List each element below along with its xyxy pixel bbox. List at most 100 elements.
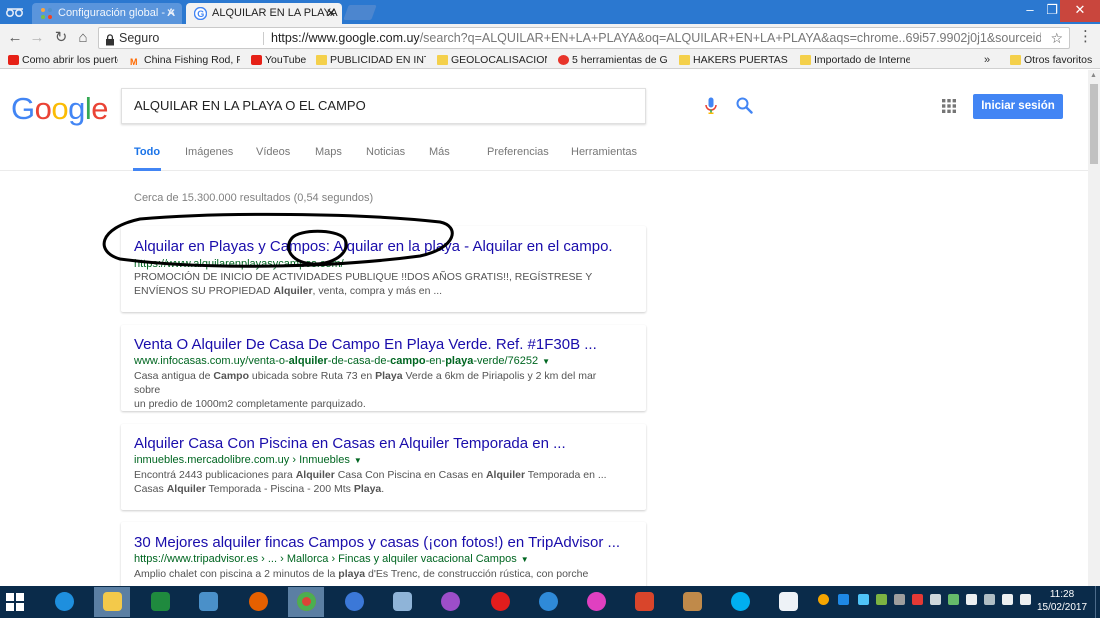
bookmark-item[interactable]: Como abrir los puerto: [6, 52, 118, 68]
bookmark-item[interactable]: PUBLICIDAD EN INTE: [314, 52, 426, 68]
search-input[interactable]: ALQUILAR EN LA PLAYA O EL CAMPO: [121, 88, 753, 124]
document-icon[interactable]: [770, 587, 806, 617]
snippet-line: PROMOCIÓN DE INICIO DE ACTIVIDADES PUBLI…: [134, 271, 593, 283]
folder-icon: [437, 55, 448, 65]
chrome-icon[interactable]: [288, 587, 324, 617]
bookmark-item[interactable]: 5 herramientas de Go: [556, 52, 668, 68]
windows-taskbar: 11:28 15/02/2017: [0, 586, 1100, 618]
tab-maps[interactable]: Maps: [315, 146, 342, 171]
keyboard-icon[interactable]: [1020, 594, 1031, 605]
tab-videos[interactable]: Vídeos: [256, 146, 290, 171]
tab-news[interactable]: Noticias: [366, 146, 405, 171]
tray-app-icon[interactable]: [948, 594, 959, 605]
tray-app-icon[interactable]: [894, 594, 905, 605]
tab-tools[interactable]: Herramientas: [571, 146, 637, 171]
tab-all[interactable]: Todo: [133, 146, 162, 171]
tray-app-icon[interactable]: [818, 594, 829, 605]
back-arrow-icon[interactable]: ←: [6, 29, 24, 47]
more-bookmarks-button[interactable]: »: [984, 52, 990, 68]
file-explorer-icon[interactable]: [94, 587, 130, 617]
firefox-icon[interactable]: [240, 587, 276, 617]
youtube-icon: [251, 55, 262, 65]
close-window-button[interactable]: ✕: [1060, 0, 1100, 22]
address-bar[interactable]: Seguro https://www.google.com.uy/search?…: [98, 27, 1070, 49]
result-title-link[interactable]: Venta O Alquiler De Casa De Campo En Pla…: [134, 336, 597, 353]
bookmark-label: YouTube: [265, 54, 307, 66]
internet-explorer-icon[interactable]: [46, 587, 82, 617]
url-part: inmuebles.mercadolibre.com.uy › Inmueble…: [134, 454, 350, 466]
tray-app-icon[interactable]: [876, 594, 887, 605]
network-icon[interactable]: [966, 594, 977, 605]
rocket-app-icon[interactable]: [384, 587, 420, 617]
browser-tab-google[interactable]: G ALQUILAR EN LA PLAYA ✕: [186, 3, 342, 24]
close-tab-icon[interactable]: ✕: [326, 3, 336, 24]
bookmark-label: Otros favoritos: [1024, 54, 1092, 66]
bookmark-label: China Fishing Rod, Fi: [144, 54, 240, 66]
forward-arrow-icon[interactable]: →: [28, 29, 46, 47]
windows-start-icon[interactable]: [6, 593, 24, 611]
tab-more[interactable]: Más: [429, 146, 450, 171]
archive-app-icon[interactable]: [674, 587, 710, 617]
chrome-menu-icon[interactable]: ⋮: [1078, 29, 1093, 47]
tab-images[interactable]: Imágenes: [185, 146, 233, 171]
microphone-icon[interactable]: [705, 97, 717, 120]
settings-gear-icon[interactable]: [530, 587, 566, 617]
tray-app-icon[interactable]: [838, 594, 849, 605]
snippet-text: Casas: [134, 483, 167, 495]
google-apps-icon[interactable]: [942, 99, 956, 113]
bookmark-label: GEOLOCALISACION D: [451, 54, 547, 66]
image-viewer-icon[interactable]: [190, 587, 226, 617]
snippet-text: Temporada - Piscina - 200 Mts: [205, 483, 354, 495]
url-dropdown-icon[interactable]: ▼: [542, 357, 550, 366]
browser-tab-joomla[interactable]: Configuración global - A ✕: [32, 3, 182, 24]
snippet-highlight: Alquiler: [485, 469, 526, 481]
result-title-link[interactable]: 30 Mejores alquiler fincas Campos y casa…: [134, 534, 620, 551]
snippet-text: , venta, compra y más en ...: [312, 285, 443, 297]
search-icon[interactable]: [736, 97, 753, 119]
search-result-card: Alquiler Casa Con Piscina en Casas en Al…: [121, 424, 646, 510]
ccleaner-icon[interactable]: [626, 587, 662, 617]
sign-in-button[interactable]: Iniciar sesión: [973, 94, 1063, 119]
home-icon[interactable]: ⌂: [74, 29, 92, 47]
bookmark-label: PUBLICIDAD EN INTE: [330, 54, 426, 66]
bookmark-item[interactable]: Importado de Interne: [798, 52, 910, 68]
url-part: -verde/76252: [473, 355, 539, 367]
tray-app-icon[interactable]: [930, 594, 941, 605]
result-title-link[interactable]: Alquilar en Playas y Campos: Alquilar en…: [134, 238, 613, 255]
page-scrollbar[interactable]: ▲: [1088, 70, 1100, 586]
logo-letter: o: [34, 91, 52, 126]
picasa-icon[interactable]: [432, 587, 468, 617]
scrollbar-thumb[interactable]: [1090, 84, 1098, 164]
clock-date: 15/02/2017: [1036, 602, 1088, 613]
bookmark-item[interactable]: HAKERS PUERTAS TRA: [677, 52, 789, 68]
url-dropdown-icon[interactable]: ▼: [354, 456, 362, 465]
opera-icon[interactable]: [482, 587, 518, 617]
snippet-highlight: Alquiler: [166, 483, 206, 495]
bookmark-item[interactable]: GEOLOCALISACION D: [435, 52, 547, 68]
skype-icon[interactable]: [722, 587, 758, 617]
google-earth-icon[interactable]: [336, 587, 372, 617]
scroll-up-icon[interactable]: ▲: [1090, 72, 1097, 79]
google-logo[interactable]: Google: [11, 91, 109, 127]
excel-icon[interactable]: [142, 587, 178, 617]
smiley-app-icon[interactable]: [578, 587, 614, 617]
bookmark-item[interactable]: M China Fishing Rod, Fi: [128, 52, 240, 68]
url-dropdown-icon[interactable]: ▼: [521, 555, 529, 564]
tab-settings[interactable]: Preferencias: [487, 146, 549, 171]
bookmark-star-icon[interactable]: ☆: [1050, 28, 1063, 48]
result-title-link[interactable]: Alquiler Casa Con Piscina en Casas en Al…: [134, 435, 566, 452]
bookmark-item[interactable]: YouTube: [249, 52, 311, 68]
tray-app-icon[interactable]: [984, 594, 995, 605]
reload-icon[interactable]: ↻: [52, 29, 70, 47]
close-tab-icon[interactable]: ✕: [166, 3, 176, 24]
volume-icon[interactable]: [1002, 594, 1013, 605]
taskbar-clock[interactable]: 11:28 15/02/2017: [1036, 588, 1088, 614]
tray-app-icon[interactable]: [912, 594, 923, 605]
tray-app-icon[interactable]: [858, 594, 869, 605]
url-host: https://www.google.com.uy: [271, 31, 420, 45]
new-tab-button[interactable]: [343, 5, 377, 20]
snippet-text: .: [381, 483, 385, 495]
other-bookmarks-folder[interactable]: Otros favoritos: [1008, 52, 1092, 68]
show-desktop-button[interactable]: [1095, 586, 1100, 618]
url-highlight: campo: [390, 355, 426, 367]
